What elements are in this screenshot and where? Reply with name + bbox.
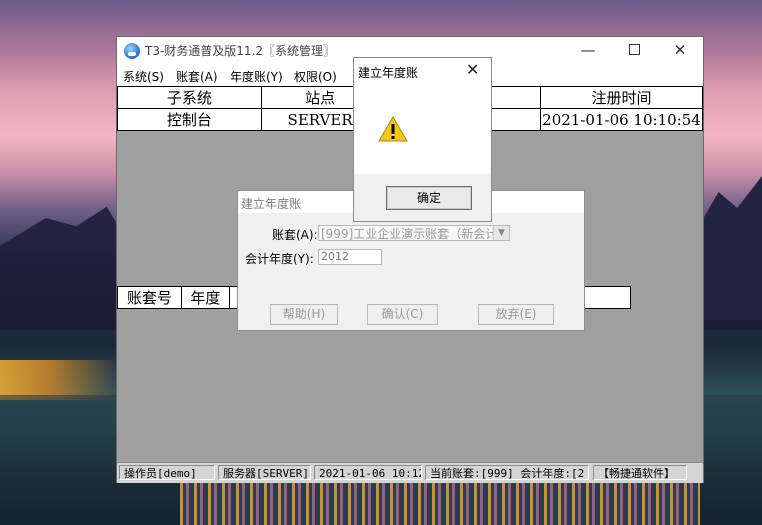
close-button[interactable]: ✕ bbox=[657, 37, 703, 65]
window-title: T3-财务通普及版11.2〖系统管理〗 bbox=[145, 44, 336, 58]
app-logo-icon bbox=[124, 43, 140, 59]
status-datetime: 2021-01-06 10:12 bbox=[314, 465, 422, 480]
menu-permission[interactable]: 权限(O) bbox=[294, 68, 337, 85]
status-operator: 操作员[demo] bbox=[119, 465, 215, 480]
column-header-account-number[interactable]: 账套号 bbox=[117, 286, 182, 309]
help-button[interactable]: 帮助(H) bbox=[270, 304, 338, 325]
cell-subsystem[interactable]: 控制台 bbox=[117, 108, 262, 131]
year-label: 会计年度(Y): bbox=[245, 252, 314, 266]
desktop-background-hills-right bbox=[700, 176, 762, 320]
alert-title: 建立年度账 bbox=[358, 66, 419, 80]
maximize-button[interactable] bbox=[611, 37, 657, 65]
account-select[interactable]: [999]工业企业演示账套（新会计 ▼ bbox=[318, 225, 510, 241]
minimize-button[interactable]: — bbox=[565, 37, 611, 65]
status-current-account: 当前账套:[999] 会计年度:[2 bbox=[425, 465, 589, 480]
status-vendor: 【畅捷通软件】 bbox=[593, 465, 687, 480]
column-header-year[interactable]: 年度 bbox=[180, 286, 230, 309]
desktop-background-reflection bbox=[180, 480, 700, 525]
menu-annual-account[interactable]: 年度账(Y) bbox=[230, 68, 283, 85]
chevron-down-icon[interactable]: ▼ bbox=[493, 226, 509, 240]
account-select-value: [999]工业企业演示账套（新会计 bbox=[321, 227, 498, 241]
column-header-subsystem[interactable]: 子系统 bbox=[117, 86, 262, 109]
year-input[interactable]: 2012 bbox=[318, 249, 382, 265]
ok-button[interactable]: 确定 bbox=[386, 186, 472, 210]
confirm-button[interactable]: 确认(C) bbox=[367, 304, 438, 325]
menu-system[interactable]: 系统(S) bbox=[123, 68, 164, 85]
menu-account[interactable]: 账套(A) bbox=[176, 68, 218, 85]
cell-register-time[interactable]: 2021-01-06 10:10:54 bbox=[539, 108, 704, 131]
status-server: 服务器[SERVER] bbox=[218, 465, 311, 480]
account-label: 账套(A): bbox=[272, 228, 318, 242]
alert-close-icon[interactable]: ✕ bbox=[466, 60, 479, 79]
warning-icon bbox=[378, 116, 408, 142]
cancel-button[interactable]: 放弃(E) bbox=[478, 304, 554, 325]
status-bar: 操作员[demo] 服务器[SERVER] 2021-01-06 10:12 当… bbox=[117, 462, 703, 483]
dialog-title: 建立年度账 bbox=[241, 197, 302, 211]
column-header-register-time[interactable]: 注册时间 bbox=[539, 86, 704, 109]
maximize-icon bbox=[628, 43, 640, 55]
alert-footer: 确定 bbox=[354, 174, 491, 221]
desktop-background-glow bbox=[0, 360, 120, 400]
warning-dialog: 建立年度账 ✕ 确定 bbox=[353, 57, 492, 222]
